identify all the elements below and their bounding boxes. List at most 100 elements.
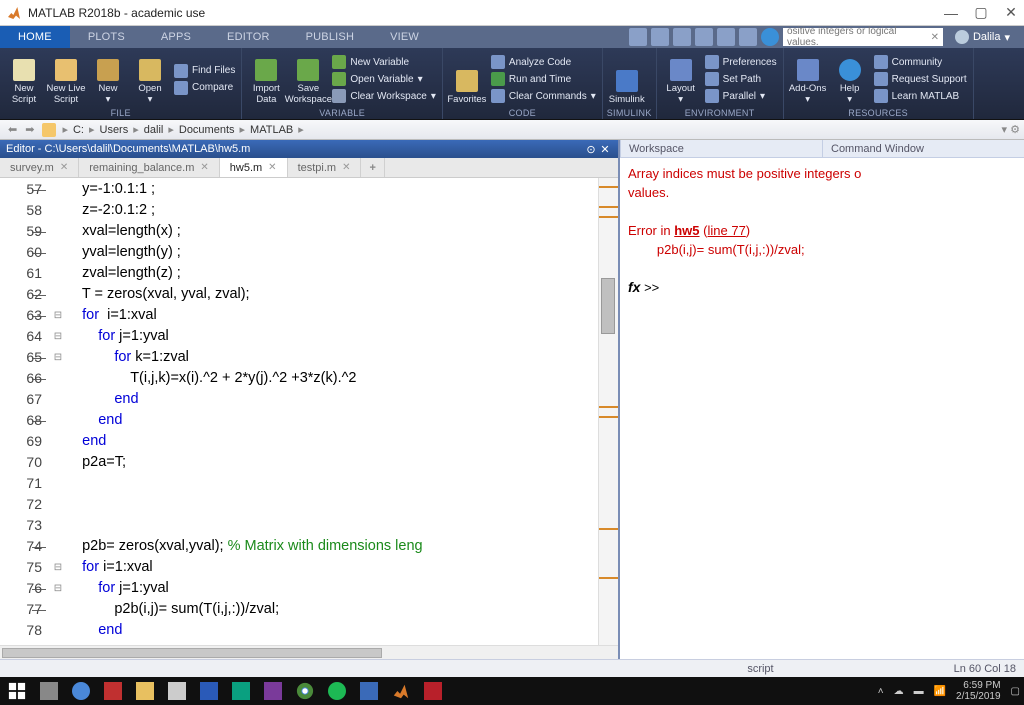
app-icon[interactable] xyxy=(100,680,126,702)
file-tab[interactable]: survey.m✕ xyxy=(0,158,79,177)
close-button[interactable]: ✕ xyxy=(1004,6,1018,20)
clear-search-icon[interactable]: ✕ xyxy=(931,32,939,43)
doc-search-input[interactable]: ositive integers or logical values.✕ xyxy=(783,28,943,46)
copy-icon[interactable] xyxy=(673,28,691,46)
word-icon[interactable] xyxy=(196,680,222,702)
breadcrumb[interactable]: C: xyxy=(70,124,87,136)
start-button[interactable] xyxy=(4,680,30,702)
breadcrumb[interactable]: dalil xyxy=(141,124,167,136)
cortana-icon[interactable] xyxy=(68,680,94,702)
request-support-button[interactable]: Request Support xyxy=(872,71,969,87)
redo-icon[interactable] xyxy=(739,28,757,46)
new-variable-button[interactable]: New Variable xyxy=(330,54,438,70)
titlebar: MATLAB R2018b - academic use — ▢ ✕ xyxy=(0,0,1024,26)
matlab-taskbar-icon[interactable] xyxy=(388,680,414,702)
tray-cloud-icon[interactable]: ☁ xyxy=(894,686,904,697)
open-variable-button[interactable]: Open Variable ▾ xyxy=(330,71,438,87)
taskview-icon[interactable] xyxy=(36,680,62,702)
save-workspace-button[interactable]: Save Workspace xyxy=(288,52,328,106)
explorer-icon[interactable] xyxy=(132,680,158,702)
run-and-time-button[interactable]: Run and Time xyxy=(489,71,598,87)
import-data-button[interactable]: Import Data xyxy=(246,52,286,106)
code-area[interactable]: 57—5859—60—6162—63—6465—66—6768—69707172… xyxy=(0,178,618,645)
open-button[interactable]: Open▾ xyxy=(130,52,170,106)
resources-group-label: RESOURCES xyxy=(788,108,969,119)
notifications-icon[interactable]: ▢ xyxy=(1011,686,1020,697)
tray-up-icon[interactable]: ˄ xyxy=(878,686,884,697)
user-menu[interactable]: Dalila ▾ xyxy=(947,30,1018,44)
find-files-button[interactable]: Find Files xyxy=(172,63,237,79)
hscrollbar[interactable] xyxy=(0,645,618,659)
set-path-button[interactable]: Set Path xyxy=(703,71,779,87)
cut-icon[interactable] xyxy=(651,28,669,46)
app-icon[interactable] xyxy=(356,680,382,702)
file-tab[interactable]: hw5.m✕ xyxy=(220,158,288,177)
layout-button[interactable]: Layout▾ xyxy=(661,52,701,106)
analyze-code-button[interactable]: Analyze Code xyxy=(489,54,598,70)
clear-commands-button[interactable]: Clear Commands ▾ xyxy=(489,88,598,104)
new-script-button[interactable]: New Script xyxy=(4,52,44,106)
help-icon[interactable] xyxy=(761,28,779,46)
avatar-icon xyxy=(955,30,969,44)
tab-view[interactable]: VIEW xyxy=(372,26,437,48)
new-livescript-button[interactable]: New Live Script xyxy=(46,52,86,106)
help-button[interactable]: Help▾ xyxy=(830,52,870,106)
clock[interactable]: 6:59 PM2/15/2019 xyxy=(956,680,1001,702)
close-tab-icon[interactable]: ✕ xyxy=(200,162,208,173)
folder-icon[interactable] xyxy=(42,123,56,137)
mail-icon[interactable] xyxy=(164,680,190,702)
paste-icon[interactable] xyxy=(695,28,713,46)
add-tab-button[interactable]: + xyxy=(361,158,384,177)
address-options-icon[interactable]: ▾ ⚙ xyxy=(1002,123,1020,136)
acrobat-icon[interactable] xyxy=(420,680,446,702)
spotify-icon[interactable] xyxy=(324,680,350,702)
chrome-icon[interactable] xyxy=(292,680,318,702)
vscrollbar[interactable] xyxy=(598,178,618,645)
community-button[interactable]: Community xyxy=(872,54,969,70)
breadcrumb[interactable]: MATLAB xyxy=(247,124,296,136)
close-tab-icon[interactable]: ✕ xyxy=(60,162,68,173)
workspace-panel-label[interactable]: Workspace xyxy=(620,140,822,158)
close-tab-icon[interactable]: ✕ xyxy=(342,162,350,173)
maximize-button[interactable]: ▢ xyxy=(974,6,988,20)
simulink-button[interactable]: Simulink xyxy=(607,52,647,106)
addons-button[interactable]: Add-Ons▾ xyxy=(788,52,828,106)
app-icon[interactable] xyxy=(228,680,254,702)
address-bar: ⬅ ➡ ▸ C:▸ Users▸ dalil▸ Documents▸ MATLA… xyxy=(0,120,1024,140)
tab-editor[interactable]: EDITOR xyxy=(209,26,288,48)
command-window[interactable]: Array indices must be positive integers … xyxy=(620,158,1024,659)
line-gutter: 57—5859—60—6162—63—6465—66—6768—69707172… xyxy=(0,178,50,645)
back-button[interactable]: ⬅ xyxy=(4,123,21,136)
compare-button[interactable]: Compare xyxy=(172,80,237,96)
onenote-icon[interactable] xyxy=(260,680,286,702)
status-mode: script xyxy=(747,663,773,675)
breadcrumb[interactable]: Documents xyxy=(176,124,238,136)
tray-battery-icon[interactable]: ▬ xyxy=(914,686,924,697)
save-icon[interactable] xyxy=(629,28,647,46)
preferences-button[interactable]: Preferences xyxy=(703,54,779,70)
undo-icon[interactable] xyxy=(717,28,735,46)
clear-workspace-button[interactable]: Clear Workspace ▾ xyxy=(330,88,438,104)
file-tab[interactable]: testpi.m✕ xyxy=(288,158,362,177)
command-window-label[interactable]: Command Window xyxy=(822,140,1024,158)
learn-matlab-button[interactable]: Learn MATLAB xyxy=(872,88,969,104)
fold-gutter[interactable]: ⊟⊟⊟⊟⊟ xyxy=(50,178,66,645)
breadcrumb[interactable]: Users xyxy=(97,124,132,136)
minimize-button[interactable]: — xyxy=(944,6,958,20)
close-tab-icon[interactable]: ✕ xyxy=(268,162,276,173)
tab-home[interactable]: HOME xyxy=(0,26,70,48)
file-tab[interactable]: remaining_balance.m✕ xyxy=(79,158,220,177)
tray-wifi-icon[interactable]: 📶 xyxy=(934,686,946,697)
editor-close-icon[interactable]: ✕ xyxy=(598,143,612,156)
code-group-label: CODE xyxy=(447,108,598,119)
parallel-button[interactable]: Parallel ▾ xyxy=(703,88,779,104)
editor-actions-icon[interactable]: ⊙ xyxy=(584,143,598,156)
code-text[interactable]: y=-1:0.1:1 ; z=-2:0.1:2 ; xval=length(x)… xyxy=(66,178,598,645)
new-button[interactable]: New▾ xyxy=(88,52,128,106)
tab-plots[interactable]: PLOTS xyxy=(70,26,143,48)
editor-pane: Editor - C:\Users\dalil\Documents\MATLAB… xyxy=(0,140,620,659)
tab-publish[interactable]: PUBLISH xyxy=(288,26,372,48)
tab-apps[interactable]: APPS xyxy=(143,26,209,48)
forward-button[interactable]: ➡ xyxy=(21,123,38,136)
favorites-button[interactable]: Favorites xyxy=(447,52,487,106)
